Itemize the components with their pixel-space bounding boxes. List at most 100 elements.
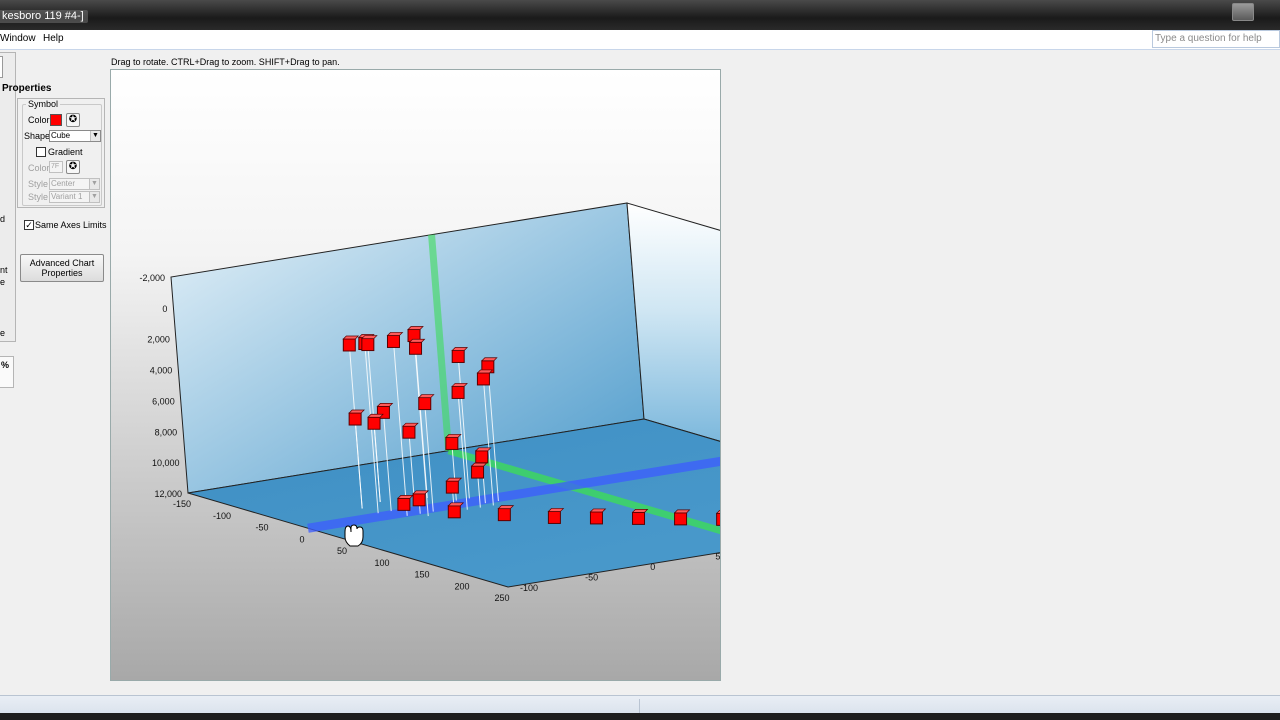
menu-window[interactable]: Window [0,33,36,44]
title-bar: kesboro 119 #4-] [0,0,1280,30]
data-point-cube-top [673,509,691,514]
data-point-cube [497,508,511,522]
symbol-group-title: Symbol [26,99,61,109]
data-point-cube-top [367,413,384,418]
chevron-down-icon: ▼ [90,131,100,141]
axis-tick-label: 50 [337,546,347,556]
axis-tick-label: 6,000 [152,396,175,406]
data-point-cube [674,512,688,526]
axis-tick-label: -150 [173,499,191,509]
axis-tick-label: -50 [585,572,598,582]
data-point-cube-top [589,508,607,513]
data-point-cube [402,425,416,439]
help-question-input[interactable]: Type a question for help [1152,30,1280,48]
data-point-cube [716,512,730,526]
data-point-cube [409,341,423,355]
style1-select-value: Center [51,179,76,188]
data-point-cube-top [451,383,468,387]
properties-title: Properties [2,83,52,94]
data-point-cube-top [476,369,494,374]
chart-3d-canvas[interactable]: -150-100-50050100150200250-100-500501001… [110,69,991,681]
palette-icon: ✪ [68,114,78,125]
style2-select[interactable]: Variant 1 ▼ [49,191,100,203]
data-point-cube-top [547,508,565,512]
axis-tick-label: -50 [255,523,268,533]
cut-label: e [0,328,6,338]
chevron-down-icon: ▼ [89,192,99,202]
data-point-cube [476,372,490,386]
data-point-cube-top [474,447,492,452]
color-swatch[interactable] [50,114,62,126]
data-point-cube-top [451,347,469,351]
shape-select-value: Cube [51,131,71,140]
cut-label: nt [0,265,8,275]
menu-window-label: Window [0,33,36,44]
percent-label: % [1,360,10,370]
axis-tick-label: 4,000 [150,366,173,376]
data-point-cube [445,436,459,450]
style1-label: Style [28,179,49,189]
data-point-cube [361,338,375,352]
axis-tick-label: 8,000 [155,427,178,437]
data-point-cube [589,511,603,525]
data-point-cube-top [417,394,435,398]
data-point-cube [451,349,465,363]
data-point-cube-top [631,509,649,513]
data-point-cube [451,385,465,399]
axis-tick-label: 150 [414,570,429,580]
data-point-cube [445,480,459,494]
gradient-label: Gradient [48,147,83,157]
axis-tick-label: 2,000 [147,335,170,345]
cut-label: d [0,214,6,224]
axis-tick-label: 10,000 [152,458,180,468]
data-point-cube [348,412,362,426]
cut-label: e [0,277,6,287]
data-point-cube-top [342,335,360,340]
data-point-cube-top [497,505,515,509]
data-point-cube-top [386,332,404,336]
advanced-chart-properties-button[interactable]: Advanced Chart Properties [20,254,104,282]
axis-tick-label: 200 [454,581,469,591]
color2-label: Color [28,163,50,173]
style2-select-value: Variant 1 [51,192,83,201]
chart-3d-svg[interactable]: -150-100-50050100150200250-100-500501001… [111,70,991,680]
axis-tick-label: 0 [299,534,304,544]
data-point-cube [342,338,356,352]
menu-bar: Window Help [0,30,1280,50]
advanced-button-line2: Properties [41,268,83,278]
data-point-cube [412,493,426,507]
gradient-checkbox[interactable] [36,147,46,157]
data-point-cube-top [360,335,378,339]
menu-help[interactable]: Help [43,33,64,44]
hand-cursor-icon [344,524,364,547]
data-point-cube [447,505,461,519]
data-point-cube-top [470,462,488,467]
axis-tick-label: 0 [162,304,167,314]
same-axes-checkbox[interactable]: ✓ [24,220,34,230]
data-point-cube-top [402,422,419,427]
data-point-cube-top [407,326,424,330]
axis-tick-label: -100 [520,583,538,593]
color2-swatch[interactable]: 7F [49,161,63,173]
data-point-cube-top [397,495,414,499]
axis-tick-label: -100 [213,511,231,521]
data-point-cube-top [480,357,498,362]
taskbar-edge [0,713,1280,720]
data-point-cube-top [412,490,429,495]
color2-picker-button[interactable]: ✪ [66,160,80,174]
shape-select[interactable]: Cube ▼ [49,130,101,142]
style1-select[interactable]: Center ▼ [49,178,100,190]
axis-tick-label: 50 [715,551,720,561]
zoom-spinner[interactable]: % [0,356,14,388]
chevron-down-icon: ▼ [89,179,99,189]
color-picker-button[interactable]: ✪ [66,113,80,127]
same-axes-label: Same Axes Limits [35,220,107,230]
shape-label: Shape [24,131,51,141]
window-control-button[interactable] [1232,3,1254,21]
data-point-cube-top [408,338,426,343]
axis-tick-label: -2,000 [139,273,165,283]
data-point-cube [367,416,381,430]
axis-tick-label: 12,000 [154,489,182,499]
left-tab[interactable] [0,56,3,78]
color-label: Color [28,115,50,125]
